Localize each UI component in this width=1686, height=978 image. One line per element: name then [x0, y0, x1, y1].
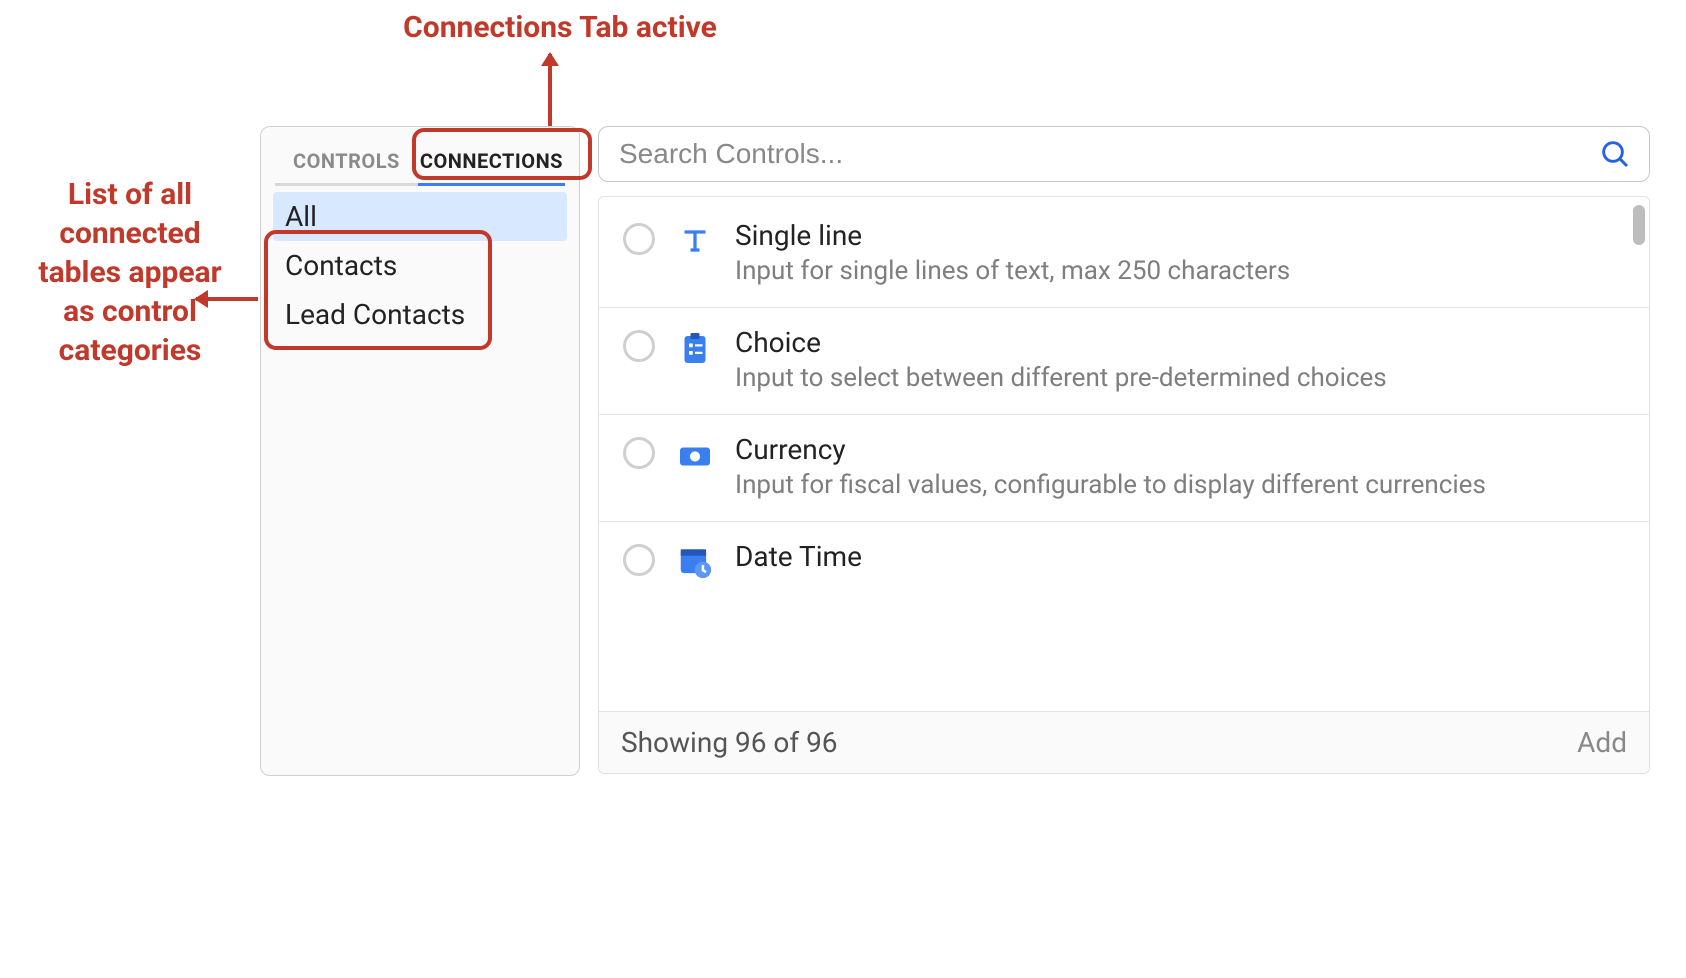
status-text: Showing 96 of 96: [621, 726, 838, 759]
control-desc: Input for fiscal values, configurable to…: [735, 468, 1625, 503]
tab-bar: CONTROLS CONNECTIONS: [267, 133, 573, 186]
control-title: Choice: [735, 326, 1625, 359]
control-desc: Input to select between different pre-de…: [735, 361, 1625, 396]
control-title: Date Time: [735, 540, 1625, 573]
control-row-single-line[interactable]: Single line Input for single lines of te…: [599, 201, 1649, 308]
tab-connections[interactable]: CONNECTIONS: [418, 141, 565, 186]
controls-area: Single line Input for single lines of te…: [598, 126, 1650, 776]
category-contacts[interactable]: Contacts: [273, 241, 567, 290]
text-icon: [675, 221, 715, 261]
clipboard-icon: [675, 328, 715, 368]
control-desc: Input for single lines of text, max 250 …: [735, 254, 1625, 289]
arrow-down-icon: [548, 54, 552, 126]
scrollbar-thumb[interactable]: [1633, 205, 1645, 245]
category-list: All Contacts Lead Contacts: [267, 186, 573, 345]
sidebar: CONTROLS CONNECTIONS All Contacts Lead C…: [260, 126, 580, 776]
scrollbar[interactable]: [1633, 205, 1645, 265]
control-row-choice[interactable]: Choice Input to select between different…: [599, 308, 1649, 415]
currency-icon: [675, 435, 715, 475]
controls-footer: Showing 96 of 96 Add: [599, 711, 1649, 773]
category-all[interactable]: All: [273, 192, 567, 241]
annotation-top: Connections Tab active: [370, 8, 750, 47]
controls-list-container: Single line Input for single lines of te…: [598, 196, 1650, 774]
search-icon[interactable]: [1599, 138, 1631, 170]
add-button[interactable]: Add: [1577, 726, 1627, 759]
control-text: Date Time: [735, 540, 1625, 575]
arrow-left-icon: [196, 297, 258, 301]
tab-controls[interactable]: CONTROLS: [275, 141, 418, 186]
controls-list: Single line Input for single lines of te…: [599, 197, 1649, 711]
control-title: Currency: [735, 433, 1625, 466]
control-title: Single line: [735, 219, 1625, 252]
control-text: Currency Input for fiscal values, config…: [735, 433, 1625, 503]
search-input[interactable]: [617, 137, 1599, 171]
radio-single-line[interactable]: [623, 223, 655, 255]
radio-currency[interactable]: [623, 437, 655, 469]
control-text: Single line Input for single lines of te…: [735, 219, 1625, 289]
category-lead-contacts[interactable]: Lead Contacts: [273, 290, 567, 339]
control-row-currency[interactable]: Currency Input for fiscal values, config…: [599, 415, 1649, 522]
control-text: Choice Input to select between different…: [735, 326, 1625, 396]
control-picker-panel: CONTROLS CONNECTIONS All Contacts Lead C…: [260, 126, 1650, 776]
control-row-date-time[interactable]: Date Time: [599, 522, 1649, 600]
radio-choice[interactable]: [623, 330, 655, 362]
search-bar: [598, 126, 1650, 182]
radio-date-time[interactable]: [623, 544, 655, 576]
calendar-clock-icon: [675, 542, 715, 582]
annotation-left: List of all connected tables appear as c…: [20, 175, 240, 370]
